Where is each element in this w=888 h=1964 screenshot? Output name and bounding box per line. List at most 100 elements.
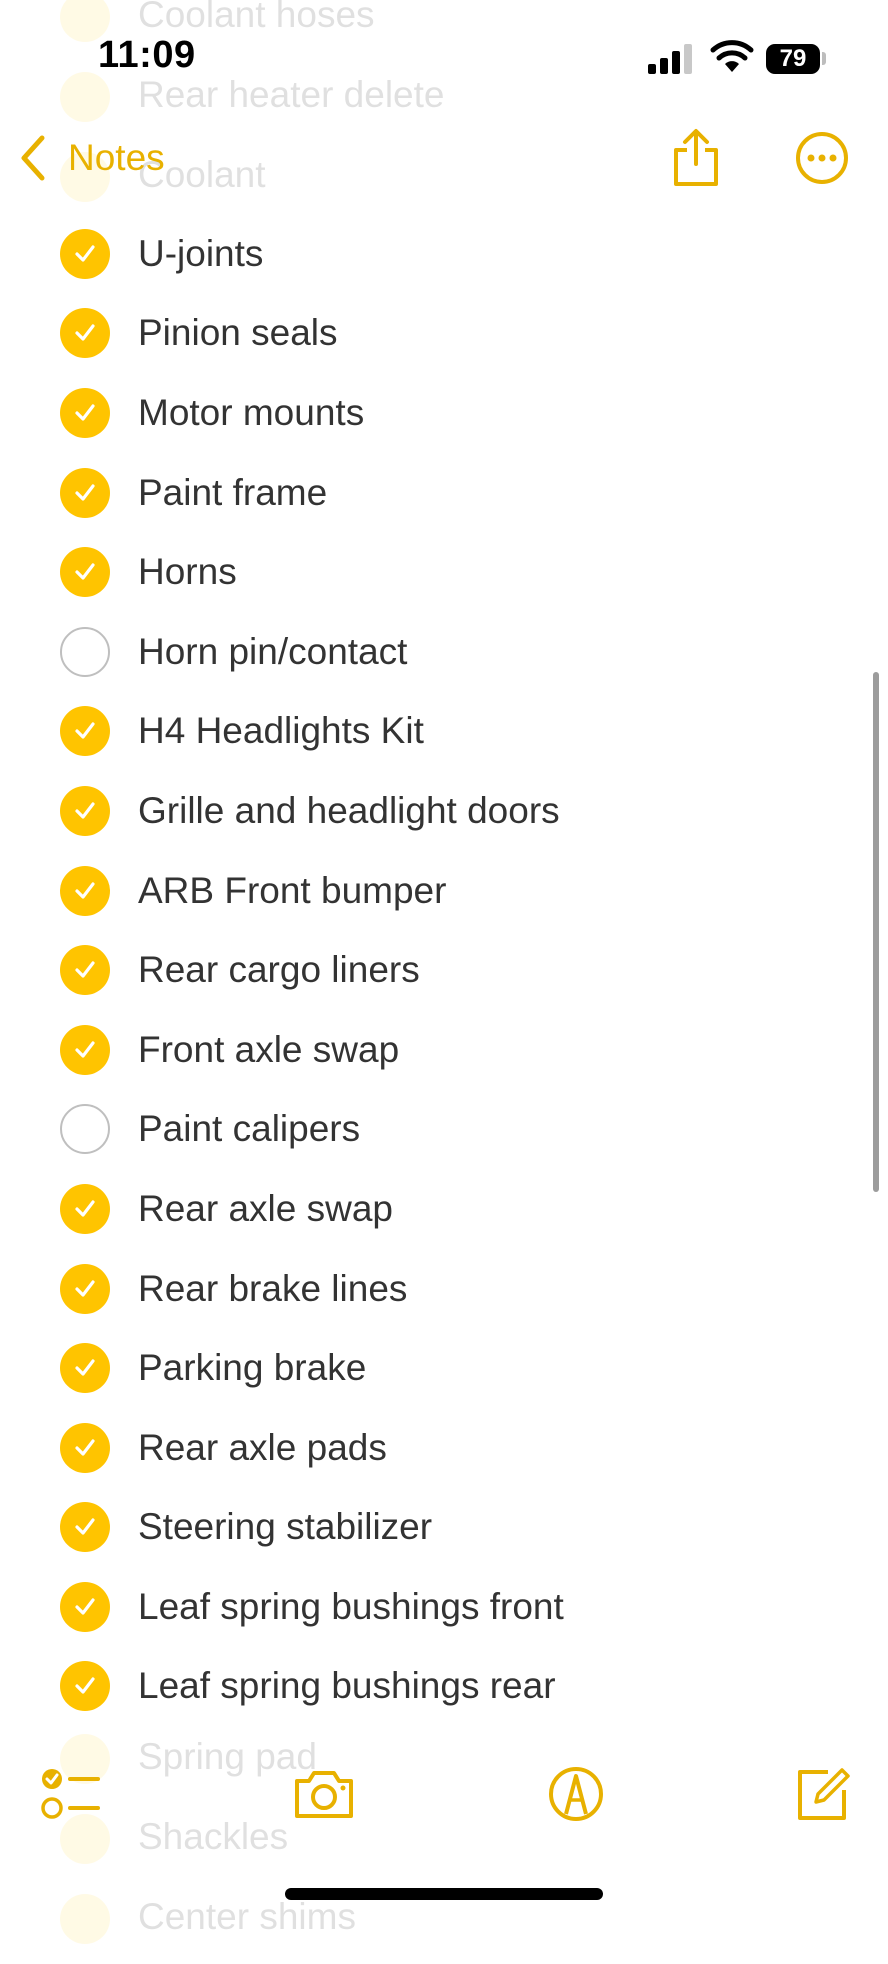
checkmark-icon [75, 961, 95, 978]
chevron-left-icon [21, 135, 45, 181]
checklist-item-label[interactable]: Rear cargo liners [138, 949, 420, 991]
checkmark-icon [75, 1041, 95, 1058]
checked-checkbox[interactable] [60, 547, 110, 598]
share-icon[interactable] [666, 128, 726, 188]
checkmark-icon [75, 802, 95, 819]
compose-icon[interactable] [790, 1764, 854, 1824]
wifi-icon [710, 40, 754, 72]
checked-checkbox[interactable] [60, 387, 110, 438]
unchecked-checkbox[interactable] [60, 626, 110, 677]
checklist-item-label[interactable]: Steering stabilizer [138, 1506, 432, 1548]
checklist-item: Leaf spring bushings front [0, 1567, 888, 1647]
checklist-item-label[interactable]: Horn pin/contact [138, 631, 407, 673]
battery-icon: 79 [766, 44, 820, 74]
checked-checkbox[interactable] [60, 1502, 110, 1553]
checklist-item-label[interactable]: Rear axle pads [138, 1427, 387, 1469]
checkmark-icon [75, 404, 95, 421]
checklist: U-joints Pinion seals Motor mounts Paint fr… [0, 214, 888, 1726]
camera-icon[interactable] [292, 1764, 356, 1824]
markup-pen-icon[interactable] [544, 1764, 608, 1824]
checklist-item-label[interactable]: U-joints [138, 233, 263, 275]
checklist-item: Paint frame [0, 453, 888, 533]
checkmark-icon [75, 483, 95, 501]
checklist-item-label[interactable]: H4 Headlights Kit [138, 710, 424, 752]
checked-checkbox[interactable] [60, 1024, 110, 1075]
checklist-item-label[interactable]: Pinion seals [138, 312, 338, 354]
checklist-item: Pinion seals [0, 294, 888, 374]
checklist-item-label[interactable]: Rear axle swap [138, 1188, 393, 1230]
checklist-item: Parking brake [0, 1328, 888, 1408]
faded-item-label: Rear heater delete [138, 74, 445, 115]
checklist-item-label[interactable]: Motor mounts [138, 392, 364, 434]
checked-checkbox[interactable] [60, 865, 110, 916]
checked-checkbox[interactable] [60, 945, 110, 996]
checklist-item-label[interactable]: Rear brake lines [138, 1268, 407, 1310]
home-indicator [285, 1888, 603, 1900]
checked-checkbox[interactable] [60, 308, 110, 359]
checklist-item-label[interactable]: Front axle swap [138, 1029, 399, 1071]
more-options-icon[interactable] [792, 128, 852, 188]
faded-checkbox [60, 1894, 110, 1944]
checklist-item-label[interactable]: Grille and headlight doors [138, 790, 560, 832]
faded-item-label: Shackles [138, 1816, 289, 1857]
checklist-item: Steering stabilizer [0, 1488, 888, 1568]
checklist-item-label[interactable]: Paint frame [138, 472, 327, 514]
checkmark-icon [75, 1598, 95, 1615]
checkmark-icon [75, 722, 95, 739]
faded-item-label: Center shims [138, 1896, 356, 1937]
checklist-item: Rear axle pads [0, 1408, 888, 1488]
checklist-item: Paint calipers [0, 1090, 888, 1170]
back-label: Notes [68, 137, 165, 178]
checkmark-icon [75, 1518, 95, 1535]
checked-checkbox[interactable] [60, 467, 110, 518]
checklist-item: Motor mounts [0, 373, 888, 453]
back-to-notes-button[interactable]: Notes [18, 128, 165, 188]
checkmark-icon [75, 1359, 95, 1376]
checklist-item-label[interactable]: Leaf spring bushings rear [138, 1665, 556, 1707]
checked-checkbox[interactable] [60, 1581, 110, 1632]
faded-item-label: Spring pad [138, 1736, 317, 1777]
checkmark-icon [75, 1677, 95, 1695]
checklist-item: ARB Front bumper [0, 851, 888, 931]
checklist-item: Rear brake lines [0, 1249, 888, 1329]
faded-item-label: Coolant hoses [138, 0, 375, 35]
checklist-item: Front axle swap [0, 1010, 888, 1090]
battery-cap [822, 52, 826, 65]
checked-checkbox[interactable] [60, 1422, 110, 1473]
checked-checkbox[interactable] [60, 1661, 110, 1712]
checkmark-icon [75, 324, 95, 341]
checkmark-icon [75, 1200, 95, 1217]
unchecked-checkbox[interactable] [60, 1104, 110, 1155]
checklist-item: Rear cargo liners [0, 930, 888, 1010]
checked-checkbox[interactable] [60, 228, 110, 279]
checklist-item: Horns [0, 532, 888, 612]
checked-checkbox[interactable] [60, 1263, 110, 1314]
checklist-item-label[interactable]: Paint calipers [138, 1108, 360, 1150]
checklist-item: Rear axle swap [0, 1169, 888, 1249]
checkmark-icon [75, 881, 95, 899]
checklist-item: H4 Headlights Kit [0, 692, 888, 772]
checkmark-icon [75, 563, 95, 580]
checklist-icon[interactable] [38, 1764, 102, 1824]
checklist-item-label[interactable]: Leaf spring bushings front [138, 1586, 564, 1628]
checked-checkbox[interactable] [60, 785, 110, 836]
checked-checkbox[interactable] [60, 1343, 110, 1394]
checked-checkbox[interactable] [60, 1183, 110, 1234]
checked-checkbox[interactable] [60, 706, 110, 757]
checklist-item: U-joints [0, 214, 888, 294]
checkmark-icon [75, 1439, 95, 1456]
checklist-item: Leaf spring bushings rear [0, 1647, 888, 1727]
checklist-item-label[interactable]: Horns [138, 551, 237, 593]
checklist-item: Horn pin/contact [0, 612, 888, 692]
checklist-item-label[interactable]: ARB Front bumper [138, 870, 446, 912]
checkmark-icon [75, 245, 95, 262]
checkmark-icon [75, 1279, 95, 1297]
scrollbar[interactable] [873, 672, 879, 1192]
checklist-item: Grille and headlight doors [0, 771, 888, 851]
faded-item: Spring pad [0, 1724, 888, 1804]
faded-checkbox [60, 72, 110, 122]
checklist-item-label[interactable]: Parking brake [138, 1347, 366, 1389]
status-time: 11:09 [98, 34, 196, 76]
cellular-signal-icon [648, 44, 692, 74]
faded-item: Shackles [0, 1804, 888, 1884]
